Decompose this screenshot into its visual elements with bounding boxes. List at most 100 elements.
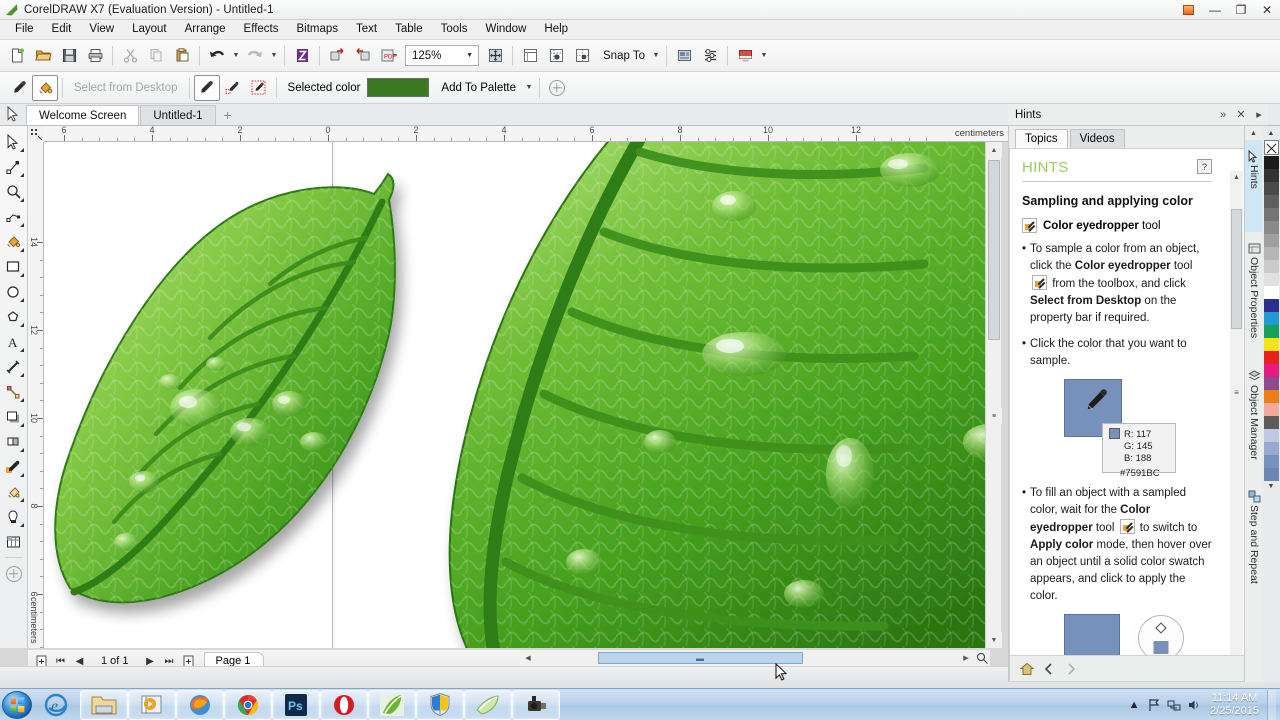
undo-dropdown-arrow[interactable]: ▼ <box>230 43 242 69</box>
selected-color-swatch[interactable] <box>367 78 430 97</box>
palette-color-swatch[interactable] <box>1263 351 1279 364</box>
vertical-scroll-thumb[interactable] <box>988 160 1000 340</box>
undo-icon[interactable] <box>204 43 230 69</box>
export-icon[interactable] <box>350 43 376 69</box>
taskbar-windows-explorer[interactable] <box>80 689 128 720</box>
hints-home-icon[interactable] <box>1016 659 1038 679</box>
palette-color-swatch[interactable] <box>1263 247 1279 260</box>
menu-effects[interactable]: Effects <box>235 20 288 39</box>
hints-back-icon[interactable] <box>1038 659 1060 679</box>
add-to-palette-arrow[interactable]: ▼ <box>523 75 535 101</box>
tab-untitled-1[interactable]: Untitled-1 <box>140 105 216 125</box>
new-document-icon[interactable] <box>4 43 30 69</box>
palette-color-swatch[interactable] <box>1263 364 1279 377</box>
parallel-dimension-tool[interactable] <box>2 354 26 379</box>
taskbar-capture-tool[interactable] <box>512 689 560 720</box>
publish-to-pdf-icon[interactable]: PDF <box>376 43 402 69</box>
open-document-icon[interactable] <box>30 43 56 69</box>
hints-collapse-icon[interactable]: » <box>1214 109 1232 121</box>
search-content-icon[interactable] <box>289 43 315 69</box>
menu-file[interactable]: File <box>6 20 43 39</box>
palette-color-swatch[interactable] <box>1263 182 1279 195</box>
network-icon[interactable] <box>1164 690 1184 720</box>
start-button[interactable] <box>2 690 32 719</box>
freehand-tool[interactable] <box>2 204 26 229</box>
drop-shadow-tool[interactable] <box>2 404 26 429</box>
docker-scroll-up-icon[interactable]: ▲ <box>1245 126 1262 140</box>
scroll-up-button[interactable]: ▲ <box>986 142 1002 158</box>
table-tool[interactable] <box>2 529 26 554</box>
palette-color-swatch[interactable] <box>1263 377 1279 390</box>
sample-1x1-icon[interactable] <box>193 74 220 101</box>
docker-tab-object-properties[interactable]: Object Properties <box>1245 232 1263 360</box>
maximize-button[interactable]: ❐ <box>1228 0 1254 19</box>
taskbar-internet-explorer[interactable]: e <box>32 690 80 720</box>
application-launcher-icon[interactable] <box>732 43 758 69</box>
taskbar-firefox[interactable] <box>176 689 224 720</box>
tab-topics[interactable]: Topics <box>1015 129 1068 148</box>
tab-videos[interactable]: Videos <box>1069 129 1125 148</box>
docker-expand-icon[interactable]: ▸ <box>1250 108 1268 121</box>
zoom-level-combobox[interactable]: 125% ▼ <box>405 45 479 66</box>
snap-to-label[interactable]: Snap To <box>595 50 650 62</box>
menu-view[interactable]: View <box>80 20 123 39</box>
new-tab-button[interactable]: + <box>217 105 239 125</box>
canvas-horizontal-scrollbar[interactable]: ◀ ▬ ▶ <box>520 650 990 666</box>
palette-color-swatch[interactable] <box>1263 208 1279 221</box>
print-icon[interactable] <box>82 43 108 69</box>
application-launcher-arrow[interactable]: ▼ <box>758 43 770 69</box>
palette-scroll-up-icon[interactable]: ▲ <box>1262 128 1280 139</box>
add-to-palette-button[interactable]: Add To Palette <box>429 82 523 94</box>
zoom-tool[interactable] <box>2 179 26 204</box>
show-desktop-button[interactable] <box>1267 689 1276 720</box>
docker-tab-object-manager[interactable]: Object Manager <box>1245 360 1263 480</box>
add-color-plus-icon[interactable] <box>544 75 570 101</box>
paste-icon[interactable] <box>169 43 195 69</box>
select-from-desktop-button[interactable]: Select from Desktop <box>67 82 185 94</box>
show-snap-points-icon[interactable] <box>569 43 595 69</box>
text-tool[interactable]: A <box>2 329 26 354</box>
menu-help[interactable]: Help <box>535 20 577 39</box>
cut-icon[interactable] <box>117 43 143 69</box>
ruler-origin-button[interactable] <box>28 126 44 142</box>
add-object-plus-icon[interactable] <box>2 561 26 586</box>
palette-color-swatch[interactable] <box>1263 299 1279 312</box>
menu-edit[interactable]: Edit <box>43 20 81 39</box>
smart-drawing-tool[interactable] <box>2 504 26 529</box>
menu-table[interactable]: Table <box>386 20 432 39</box>
canvas-vertical-scrollbar[interactable]: ▲ ≡ ▼ <box>985 142 1002 648</box>
close-button[interactable]: ✕ <box>1254 0 1280 19</box>
rectangle-tool[interactable] <box>2 254 26 279</box>
palette-color-swatch[interactable] <box>1263 234 1279 247</box>
menu-text[interactable]: Text <box>347 20 386 39</box>
apply-color-icon[interactable] <box>32 74 58 101</box>
palette-color-swatch[interactable] <box>1263 221 1279 234</box>
shape-tool[interactable] <box>2 154 26 179</box>
palette-color-swatch[interactable] <box>1263 325 1279 338</box>
menu-bitmaps[interactable]: Bitmaps <box>287 20 347 39</box>
copy-icon[interactable] <box>143 43 169 69</box>
pick-tool[interactable] <box>2 129 26 154</box>
hints-scroll-thumb[interactable] <box>1231 209 1242 329</box>
palette-color-swatch[interactable] <box>1263 169 1279 182</box>
snap-to-dropdown-arrow[interactable]: ▼ <box>650 43 662 69</box>
save-document-icon[interactable] <box>56 43 82 69</box>
palette-color-swatch[interactable] <box>1263 403 1279 416</box>
polygon-tool[interactable] <box>2 304 26 329</box>
eyedropper-sample-icon[interactable] <box>6 75 32 101</box>
taskbar-google-chrome[interactable] <box>224 689 272 720</box>
menu-window[interactable]: Window <box>476 20 535 39</box>
hints-content-area[interactable]: ? HINTS Sampling and applying color Colo… <box>1009 148 1245 656</box>
palette-color-swatch[interactable] <box>1263 273 1279 286</box>
full-screen-preview-icon[interactable] <box>482 43 508 69</box>
transparency-tool[interactable] <box>2 429 26 454</box>
taskbar-opera[interactable] <box>320 689 368 720</box>
show-guidelines-icon[interactable] <box>543 43 569 69</box>
hints-help-icon[interactable]: ? <box>1197 159 1212 174</box>
taskbar-photoshop[interactable]: Ps <box>272 689 320 720</box>
show-hidden-icons-button[interactable]: ▲ <box>1124 690 1144 720</box>
drawing-canvas[interactable] <box>44 142 991 648</box>
horizontal-ruler[interactable]: centimeters 6 4 2 0 2 4 6 8 10 12 <box>28 126 1008 142</box>
hints-close-icon[interactable]: ✕ <box>1232 108 1250 121</box>
palette-color-swatch[interactable] <box>1263 312 1279 325</box>
